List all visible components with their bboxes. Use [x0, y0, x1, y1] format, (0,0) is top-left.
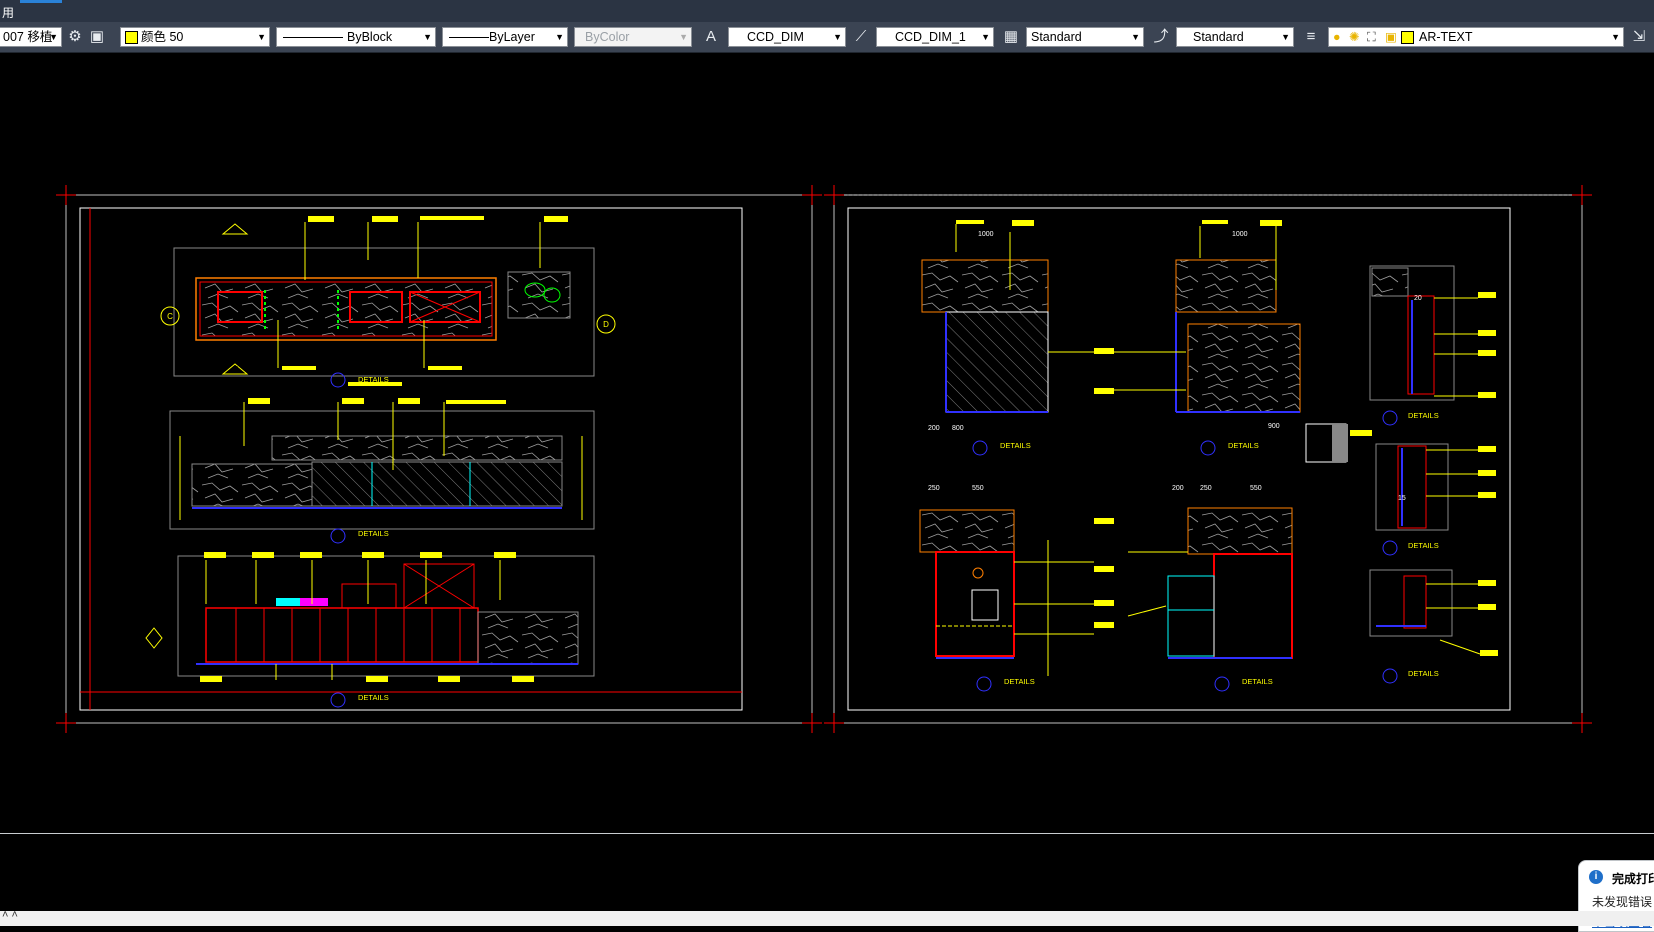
detail-g-dim: 20: [1414, 295, 1422, 302]
detail-g: 20 DETAILS: [1369, 265, 1496, 426]
notification-message: 未发现错误: [1592, 895, 1653, 909]
linetype-combo[interactable]: ByBlock ▼: [276, 27, 436, 47]
layer-color-swatch: [1401, 31, 1414, 44]
layer-state-combo-value: AR-TEXT: [1419, 30, 1473, 44]
chevron-down-icon: ▼: [257, 32, 266, 42]
linetype-preview: [283, 37, 343, 38]
multileader-combo[interactable]: Standard ▼: [1176, 27, 1294, 47]
chevron-down-icon: ▼: [981, 32, 990, 42]
tablestyle-combo-value: Standard: [1031, 30, 1082, 44]
layer-state-combo[interactable]: ● ✺ ⛶ ▣ AR-TEXT ▼: [1328, 27, 1624, 47]
layer-properties-icon[interactable]: ≡: [1302, 28, 1320, 46]
status-bar: ˄ ˄: [0, 909, 1654, 926]
plan-mark-c: C: [167, 312, 173, 321]
chevron-down-icon: ▼: [1281, 32, 1290, 42]
detail-f-label: DETAILS: [1242, 677, 1273, 686]
chevron-down-icon: ▼: [49, 32, 58, 42]
layer-combo[interactable]: 007 移植 ▼: [0, 27, 62, 47]
detail-d: 1000 900 DETAILS: [1112, 220, 1372, 463]
sun-icon: ✺: [1349, 30, 1360, 44]
textstyle-combo-value: CCD_DIM: [747, 30, 804, 44]
plotstyle-combo: ByColor ▼: [574, 27, 692, 47]
lineweight-combo-value: ByLayer: [489, 30, 535, 44]
elevation-b-label: DETAILS: [358, 693, 389, 702]
detail-h-dim: 15: [1398, 495, 1406, 502]
detail-g-label: DETAILS: [1408, 411, 1439, 420]
notification-title: 完成打印: [1612, 872, 1654, 886]
detail-d-label: DETAILS: [1228, 441, 1259, 450]
table-style-icon[interactable]: ▦: [1002, 28, 1020, 46]
text-style-icon[interactable]: A: [702, 28, 720, 46]
detail-f: 200 250 550 DETAILS: [1127, 485, 1293, 692]
layer-iso-icon[interactable]: ▣: [88, 28, 106, 46]
detail-j-label: DETAILS: [1408, 669, 1439, 678]
multileader-combo-value: Standard: [1193, 30, 1244, 44]
elevation-a-label: DETAILS: [358, 529, 389, 538]
detail-e: 250 550 DETAILS: [919, 485, 1114, 692]
plan-view: A B C D DETAILS: [160, 216, 616, 388]
make-current-icon[interactable]: ⇲: [1630, 28, 1648, 46]
lightbulb-icon: ●: [1333, 30, 1341, 44]
detail-c: 1000 800 200 DETAILS: [921, 220, 1114, 456]
detail-h: 15 DETAILS: [1375, 443, 1496, 556]
detail-d-dim-bottom: 900: [1268, 423, 1280, 430]
detail-c-dim-top: 1000: [978, 231, 994, 238]
lineweight-preview: [449, 37, 489, 38]
chevron-down-icon: ▼: [423, 32, 432, 42]
model-space-canvas[interactable]: A B C D DETAILS DETAILS DETAILS 1000 800…: [0, 53, 1654, 833]
plan-mark-a: A: [233, 225, 239, 234]
chevron-down-icon: ▼: [555, 32, 564, 42]
gear-icon[interactable]: ⚙: [66, 28, 84, 46]
detail-f-dim-1: 200: [1172, 485, 1184, 492]
drawing-svg: A B C D DETAILS DETAILS DETAILS 1000 800…: [56, 185, 1592, 733]
detail-h-label: DETAILS: [1408, 541, 1439, 550]
detail-f-dim-3: 550: [1250, 485, 1262, 492]
layer-combo-value: 007 移植: [3, 30, 53, 44]
lock-icon: ▣: [1385, 30, 1397, 44]
detail-e-label: DETAILS: [1004, 677, 1035, 686]
chevron-down-icon: ▼: [833, 32, 842, 42]
detail-c-dim-bottom: 800: [952, 425, 964, 432]
color-combo[interactable]: 颜色 50 ▼: [120, 27, 270, 47]
elevation-a: DETAILS: [169, 398, 595, 544]
tablestyle-combo[interactable]: Standard ▼: [1026, 27, 1144, 47]
chevron-down-icon: ▼: [1131, 32, 1140, 42]
info-icon: i: [1589, 870, 1603, 884]
dimstyle-combo[interactable]: CCD_DIM_1 ▼: [876, 27, 994, 47]
detail-f-dim-2: 250: [1200, 485, 1212, 492]
title-strip-label: 用: [2, 6, 15, 20]
title-strip: 用: [0, 0, 1654, 22]
plan-view-label: DETAILS: [358, 375, 389, 384]
dimstyle-combo-value: CCD_DIM_1: [895, 30, 966, 44]
detail-d-dim-top: 1000: [1232, 231, 1248, 238]
status-dots: ˄ ˄: [2, 909, 18, 921]
dim-style-icon[interactable]: ⟋: [852, 28, 870, 46]
detail-e-dim-1: 250: [928, 485, 940, 492]
elevation-b: DETAILS: [145, 552, 595, 708]
multileader-style-icon[interactable]: ⤴: [1152, 28, 1170, 46]
command-line-divider: [0, 833, 1654, 834]
lineweight-combo[interactable]: ByLayer ▼: [442, 27, 568, 47]
detail-j: DETAILS: [1369, 569, 1498, 684]
chevron-down-icon: ▼: [679, 32, 688, 42]
plan-mark-b: B: [233, 365, 238, 374]
color-combo-value: 颜色 50: [141, 30, 184, 44]
active-tab-indicator[interactable]: [20, 0, 62, 3]
detail-e-dim-2: 550: [972, 485, 984, 492]
linetype-combo-value: ByBlock: [347, 30, 393, 44]
detail-c-dim-left: 200: [928, 425, 940, 432]
properties-toolbar: 007 移植 ▼ ⚙ ▣ 颜色 50 ▼ ByBlock ▼ ByLayer ▼ ByC…: [0, 22, 1654, 53]
plotstyle-combo-value: ByColor: [585, 30, 630, 44]
viewport-freeze-icon: ⛶: [1367, 30, 1376, 44]
textstyle-combo[interactable]: CCD_DIM ▼: [728, 27, 846, 47]
plan-mark-d: D: [603, 320, 609, 329]
chevron-down-icon: ▼: [1611, 32, 1620, 42]
detail-c-label: DETAILS: [1000, 441, 1031, 450]
color-swatch: [125, 31, 138, 44]
